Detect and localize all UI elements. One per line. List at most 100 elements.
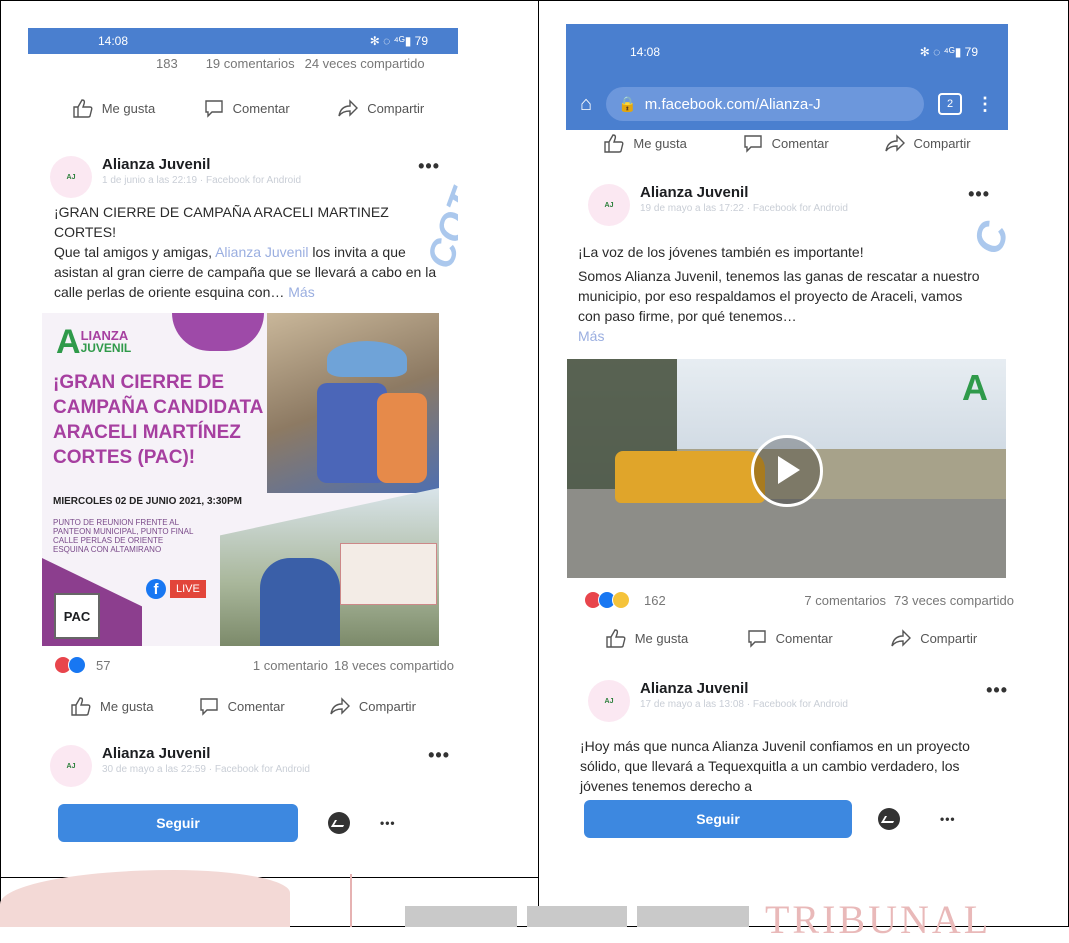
avatar[interactable]: AJ: [50, 156, 92, 198]
more-options-icon[interactable]: •••: [968, 184, 990, 205]
post-meta: 1 de junio a las 22:19 · Facebook for An…: [102, 175, 302, 186]
like-button[interactable]: Me gusta: [603, 133, 687, 153]
logo-bottom-text: JUVENIL: [80, 341, 132, 355]
left-post1-header: AJ Alianza Juvenil 1 de junio a las 22:1…: [28, 148, 458, 198]
comment-label: Comentar: [232, 100, 290, 116]
like-button[interactable]: Me gusta: [605, 628, 688, 648]
left-top-shares[interactable]: 24 veces compartido: [305, 56, 425, 71]
post-line-2: Que tal amigos y amigas,: [54, 244, 212, 260]
see-more-link[interactable]: Más: [288, 284, 314, 300]
avatar[interactable]: AJ: [588, 680, 630, 722]
left-status-icons: ✻ ◌ ⁴ᴳ▮ 79: [369, 34, 428, 48]
avatar[interactable]: AJ: [50, 745, 92, 787]
comment-icon: [204, 100, 223, 118]
page-name[interactable]: Alianza Juvenil: [102, 156, 408, 173]
share-icon: [891, 629, 912, 647]
like-label: Me gusta: [634, 630, 689, 646]
left-post2-header: AJ Alianza Juvenil 30 de mayo a las 22:5…: [28, 737, 468, 787]
share-icon: [884, 134, 905, 152]
comment-button[interactable]: Comentar: [746, 628, 833, 648]
share-button[interactable]: Compartir: [884, 133, 971, 153]
right-status-icons: ✻ ◌ ⁴ᴳ▮ 79: [919, 45, 978, 59]
messenger-icon[interactable]: [878, 808, 900, 830]
page-name[interactable]: Alianza Juvenil: [640, 680, 976, 697]
comment-button[interactable]: Comentar: [742, 133, 829, 153]
like-button[interactable]: Me gusta: [70, 696, 154, 716]
like-button[interactable]: Me gusta: [72, 98, 155, 118]
post-meta: 19 de mayo a las 17:22 · Facebook for An…: [640, 203, 848, 214]
comment-label: Comentar: [775, 630, 833, 646]
poster-purple-shape: [172, 313, 264, 351]
left-follow-bar: Seguir •••: [58, 804, 438, 842]
pac-text: PAC: [63, 608, 91, 624]
more-options-icon[interactable]: •••: [418, 156, 440, 177]
yellow-truck-shape: [615, 451, 765, 503]
share-label: Compartir: [358, 698, 416, 714]
left-action-bar-2: Me gusta Comentar Compartir: [48, 688, 438, 724]
left-post1-stats: 57 1 comentario 18 veces compartido: [40, 651, 468, 679]
comment-button[interactable]: Comentar: [198, 696, 285, 716]
logo-a-icon: A: [962, 367, 988, 408]
left-status-time: 14:08: [98, 34, 129, 48]
like-label: Me gusta: [101, 100, 156, 116]
share-button[interactable]: Compartir: [890, 628, 977, 648]
post-line-2: Somos Alianza Juvenil, tenemos las ganas…: [578, 268, 980, 324]
footer-gray-block-1: [405, 906, 517, 927]
footer-gray-block-2: [527, 906, 627, 927]
thumbs-up-icon: [73, 99, 93, 118]
haha-icon: [612, 591, 630, 609]
footer-watermark-text: TRIBUNAL: [765, 897, 992, 942]
comment-count[interactable]: 7 comentarios: [804, 593, 886, 608]
like-label: Me gusta: [100, 698, 154, 714]
left-status-bar: 14:08 ✻ ◌ ⁴ᴳ▮ 79: [28, 28, 458, 54]
share-icon: [338, 99, 359, 117]
comment-count[interactable]: 1 comentario: [253, 658, 328, 673]
video-thumbnail[interactable]: A: [567, 359, 1006, 578]
tab-count-button[interactable]: 2: [938, 93, 962, 115]
home-icon[interactable]: ⌂: [580, 93, 592, 116]
poster-photo-bottom: [220, 488, 439, 646]
hat-shape: [327, 341, 407, 377]
url-field[interactable]: 🔒 m.facebook.com/Alianza-J: [606, 87, 924, 121]
footer-gray-block-3: [637, 906, 749, 927]
left-top-comments[interactable]: 19 comentarios: [206, 56, 295, 71]
share-button[interactable]: Compartir: [337, 98, 424, 118]
right-browser-header: 14:08 ✻ ◌ ⁴ᴳ▮ 79 ⌂ 🔒 m.facebook.com/Alia…: [566, 24, 1008, 130]
post-line-1: ¡GRAN CIERRE DE CAMPAÑA ARACELI MARTINEZ…: [54, 204, 389, 240]
right-post1-header: AJ Alianza Juvenil 19 de mayo a las 17:2…: [566, 176, 1008, 226]
poster-date: MIERCOLES 02 DE JUNIO 2021, 3:30PM: [53, 496, 242, 507]
campaign-poster-image[interactable]: A LIANZA JUVENIL ¡GRAN CIERRE DE CAMPAÑA…: [42, 313, 439, 646]
page-name[interactable]: Alianza Juvenil: [102, 745, 418, 762]
reaction-count[interactable]: 162: [644, 593, 666, 608]
play-button-icon[interactable]: [751, 435, 823, 507]
follow-button[interactable]: Seguir: [58, 804, 298, 842]
mention-link[interactable]: Alianza Juvenil: [215, 244, 308, 260]
url-text: m.facebook.com/Alianza-J: [644, 95, 821, 113]
comment-button[interactable]: Comentar: [203, 98, 290, 118]
share-count[interactable]: 73 veces compartido: [894, 593, 1014, 608]
right-post2-header: AJ Alianza Juvenil 17 de mayo a las 13:0…: [566, 672, 1026, 722]
share-button[interactable]: Compartir: [329, 696, 416, 716]
browser-menu-icon[interactable]: ⋮: [976, 94, 994, 115]
more-options-icon[interactable]: •••: [380, 816, 396, 830]
page-name[interactable]: Alianza Juvenil: [640, 184, 958, 201]
share-label: Compartir: [367, 100, 425, 116]
right-action-bar-1: Me gusta Comentar Compartir: [576, 128, 998, 158]
share-count[interactable]: 18 veces compartido: [334, 658, 454, 673]
right-post1-text: ¡La voz de los jóvenes también es import…: [566, 236, 1002, 346]
follow-button[interactable]: Seguir: [584, 800, 852, 838]
house-shape: [340, 543, 437, 605]
comment-label: Comentar: [771, 135, 829, 151]
right-status-time: 14:08: [630, 45, 661, 59]
messenger-icon[interactable]: [328, 812, 350, 834]
more-options-icon[interactable]: •••: [986, 680, 1008, 701]
more-options-icon[interactable]: •••: [428, 745, 450, 766]
column-divider: [538, 0, 539, 927]
left-post1-text: ¡GRAN CIERRE DE CAMPAÑA ARACELI MARTINEZ…: [34, 202, 452, 302]
more-options-icon[interactable]: •••: [940, 812, 956, 826]
reaction-count[interactable]: 57: [96, 658, 110, 673]
right-action-bar-2: Me gusta Comentar Compartir: [576, 620, 1006, 656]
right-follow-bar: Seguir •••: [584, 800, 1004, 838]
see-more-link[interactable]: Más: [578, 326, 984, 346]
avatar[interactable]: AJ: [588, 184, 630, 226]
